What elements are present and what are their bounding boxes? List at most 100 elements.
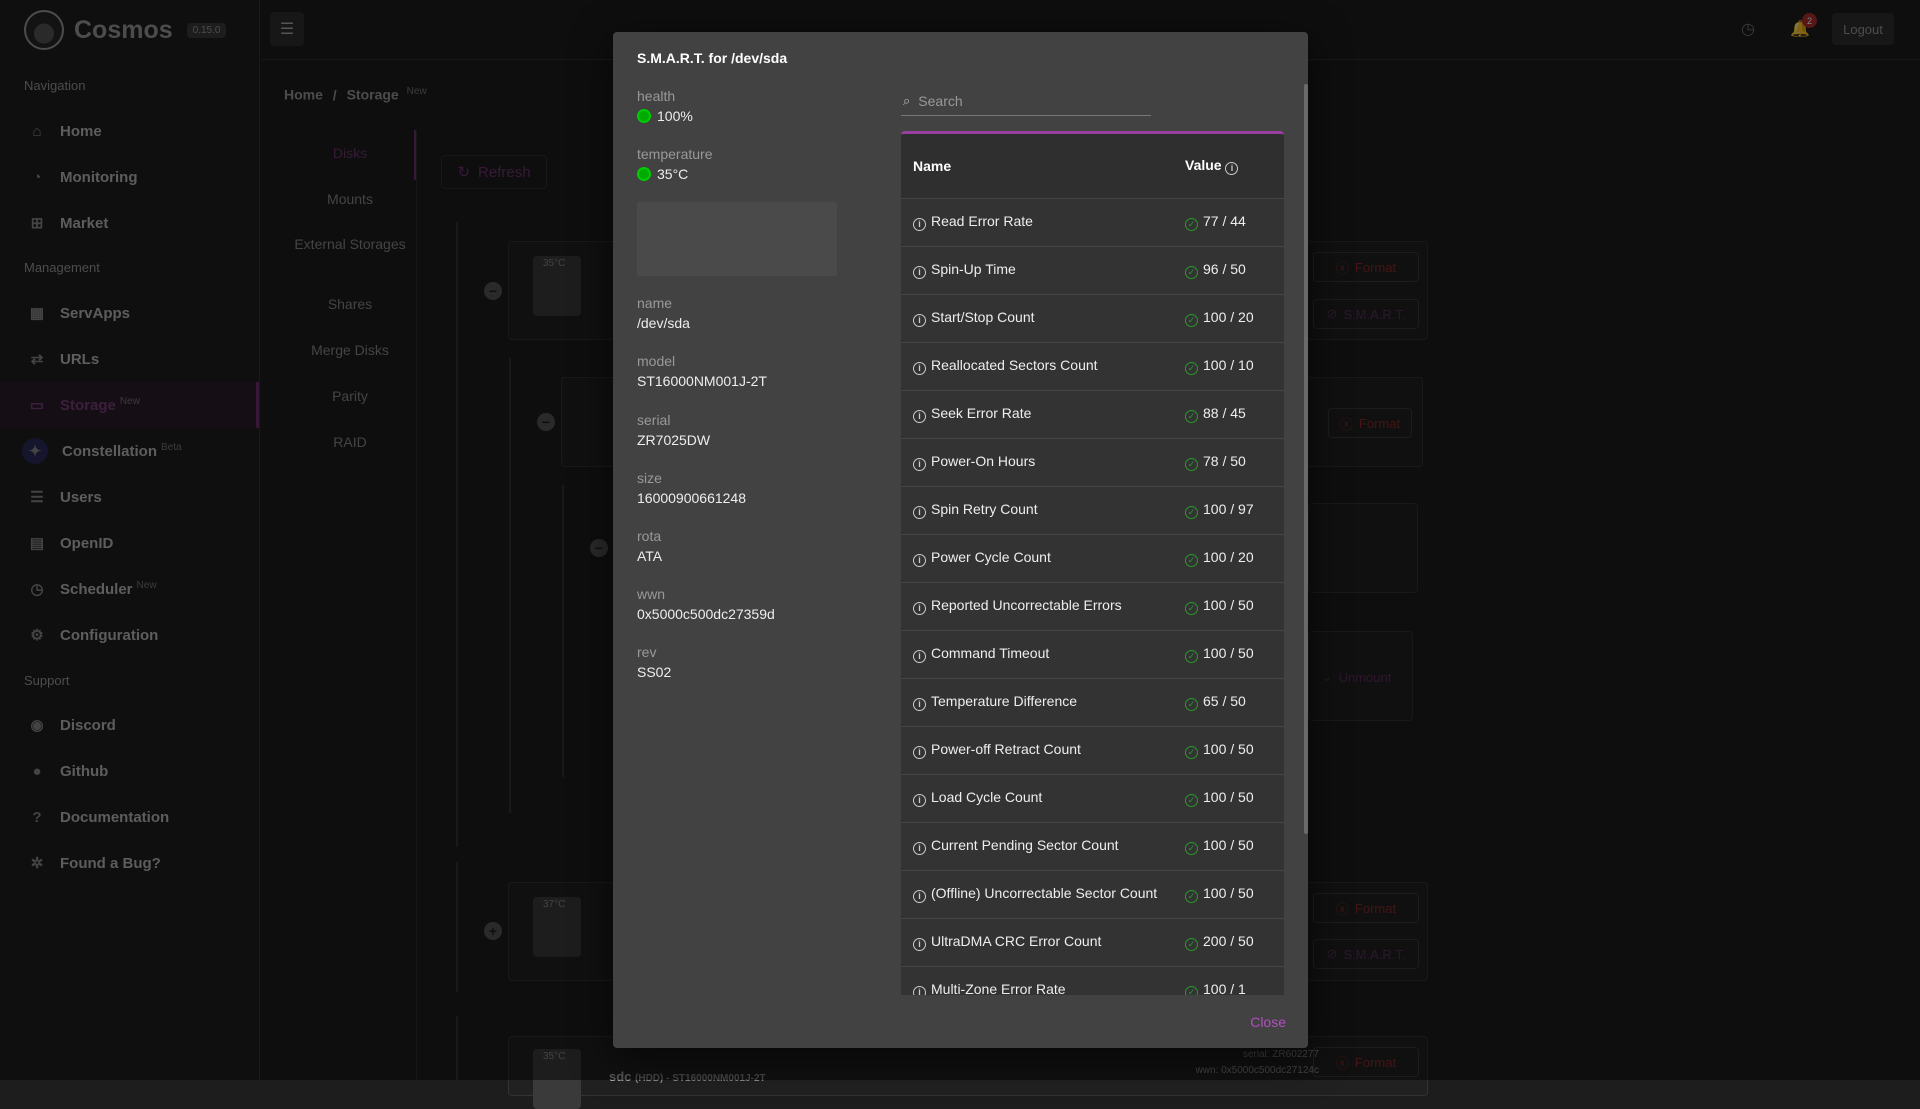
check-circle-icon: ✓	[1185, 410, 1198, 423]
field-label: wwn	[637, 586, 666, 602]
info-icon[interactable]: i	[913, 458, 926, 471]
field-value: 0x5000c500dc27359d	[637, 606, 775, 622]
info-icon[interactable]: i	[913, 746, 926, 759]
attribute-name: Spin Retry Count	[931, 501, 1038, 517]
info-icon[interactable]: i	[913, 794, 926, 807]
search-field: ⌕	[901, 86, 1151, 116]
attribute-value-cell: ✓ 100 / 50	[1173, 870, 1284, 919]
check-circle-icon: ✓	[1185, 554, 1198, 567]
check-circle-icon: ✓	[1185, 746, 1198, 759]
column-header-name[interactable]: Name	[901, 134, 1173, 199]
table-row: i Power-off Retract Count ✓ 100 / 50	[901, 726, 1284, 775]
attribute-name-cell: i Spin-Up Time	[901, 246, 1173, 295]
attribute-value: 77 / 44	[1203, 213, 1246, 229]
field-label: size	[637, 470, 662, 486]
field-value: SS02	[637, 664, 672, 680]
attribute-value: 100 / 20	[1203, 309, 1254, 325]
field-label: rota	[637, 528, 662, 544]
table-row: i Power Cycle Count ✓ 100 / 20	[901, 534, 1284, 583]
attribute-value-cell: ✓ 100 / 1	[1173, 966, 1284, 995]
attribute-name: Spin-Up Time	[931, 261, 1016, 277]
attribute-value-cell: ✓ 100 / 50	[1173, 822, 1284, 871]
attribute-name: Power Cycle Count	[931, 549, 1051, 565]
attribute-name: Reallocated Sectors Count	[931, 357, 1098, 373]
field-value: 16000900661248	[637, 490, 747, 506]
attribute-name: Start/Stop Count	[931, 309, 1035, 325]
table-header-row: Name Value i	[901, 134, 1284, 199]
attribute-name-cell: i Power-off Retract Count	[901, 726, 1173, 775]
info-icon[interactable]: i	[913, 554, 926, 567]
attribute-name: Seek Error Rate	[931, 405, 1032, 421]
check-circle-icon: ✓	[1185, 890, 1198, 903]
check-circle-icon: ✓	[1185, 218, 1198, 231]
attribute-value: 200 / 50	[1203, 933, 1254, 949]
attribute-name: Power-off Retract Count	[931, 741, 1081, 757]
attribute-name-cell: i Power Cycle Count	[901, 534, 1173, 583]
table-row: i Seek Error Rate ✓ 88 / 45	[901, 390, 1284, 439]
smart-table: Name Value i i Read Error Rate ✓ 77 / 44 i Sp…	[901, 131, 1284, 995]
info-icon[interactable]: i	[913, 986, 926, 995]
status-ok-icon	[637, 167, 651, 181]
field-value: ATA	[637, 548, 663, 564]
info-icon[interactable]: i	[913, 698, 926, 711]
attribute-value-cell: ✓ 100 / 50	[1173, 774, 1284, 823]
attribute-value: 100 / 1	[1203, 981, 1246, 995]
field-label: name	[637, 295, 673, 311]
info-icon[interactable]: i	[913, 602, 926, 615]
attribute-name-cell: i (Offline) Uncorrectable Sector Count	[901, 870, 1173, 919]
info-icon[interactable]: i	[913, 266, 926, 279]
column-header-value[interactable]: Value i	[1173, 134, 1284, 199]
attribute-name-cell: i Spin Retry Count	[901, 486, 1173, 535]
attribute-value-cell: ✓ 100 / 97	[1173, 486, 1284, 535]
check-circle-icon: ✓	[1185, 506, 1198, 519]
table-row: i Reallocated Sectors Count ✓ 100 / 10	[901, 342, 1284, 391]
info-icon[interactable]: i	[913, 410, 926, 423]
table-row: i Spin Retry Count ✓ 100 / 97	[901, 486, 1284, 535]
search-icon: ⌕	[903, 92, 911, 108]
info-icon[interactable]: i	[913, 938, 926, 951]
close-button[interactable]: Close	[1250, 1014, 1286, 1030]
table-row: i (Offline) Uncorrectable Sector Count ✓ 10…	[901, 870, 1284, 919]
attribute-value-cell: ✓ 78 / 50	[1173, 438, 1284, 487]
attribute-value: 65 / 50	[1203, 693, 1246, 709]
info-icon[interactable]: i	[1225, 161, 1239, 175]
attribute-value-cell: ✓ 96 / 50	[1173, 246, 1284, 295]
chart-placeholder	[637, 202, 837, 276]
attribute-name: Multi-Zone Error Rate	[931, 981, 1066, 995]
check-circle-icon: ✓	[1185, 938, 1198, 951]
info-icon[interactable]: i	[913, 362, 926, 375]
table-row: i Temperature Difference ✓ 65 / 50	[901, 678, 1284, 727]
field-label: rev	[637, 644, 657, 660]
attribute-name-cell: i Command Timeout	[901, 630, 1173, 679]
info-icon[interactable]: i	[913, 218, 926, 231]
attribute-name: (Offline) Uncorrectable Sector Count	[931, 885, 1158, 901]
info-icon[interactable]: i	[913, 506, 926, 519]
health-value: 100%	[637, 108, 693, 124]
attribute-value-cell: ✓ 65 / 50	[1173, 678, 1284, 727]
attribute-name-cell: i Seek Error Rate	[901, 390, 1173, 439]
table-row: i Load Cycle Count ✓ 100 / 50	[901, 774, 1284, 823]
check-circle-icon: ✓	[1185, 314, 1198, 327]
attribute-value: 100 / 50	[1203, 789, 1254, 805]
attribute-name: Temperature Difference	[931, 693, 1078, 709]
attribute-name-cell: i Read Error Rate	[901, 198, 1173, 247]
attribute-name: Load Cycle Count	[931, 789, 1043, 805]
info-icon[interactable]: i	[913, 890, 926, 903]
attribute-value-cell: ✓ 100 / 50	[1173, 582, 1284, 631]
check-circle-icon: ✓	[1185, 794, 1198, 807]
scrollbar[interactable]	[1304, 84, 1308, 834]
search-input[interactable]	[918, 92, 1139, 109]
temperature-value: 35°C	[637, 166, 688, 182]
info-icon[interactable]: i	[913, 314, 926, 327]
attribute-name-cell: i Temperature Difference	[901, 678, 1173, 727]
attribute-value: 96 / 50	[1203, 261, 1246, 277]
attribute-value: 100 / 50	[1203, 741, 1254, 757]
info-icon[interactable]: i	[913, 650, 926, 663]
attribute-name: Read Error Rate	[931, 213, 1033, 229]
table-row: i UltraDMA CRC Error Count ✓ 200 / 50	[901, 918, 1284, 967]
info-icon[interactable]: i	[913, 842, 926, 855]
attribute-value-cell: ✓ 100 / 20	[1173, 534, 1284, 583]
attribute-name: UltraDMA CRC Error Count	[931, 933, 1102, 949]
attribute-value: 100 / 50	[1203, 885, 1254, 901]
table-row: i Multi-Zone Error Rate ✓ 100 / 1	[901, 966, 1284, 995]
